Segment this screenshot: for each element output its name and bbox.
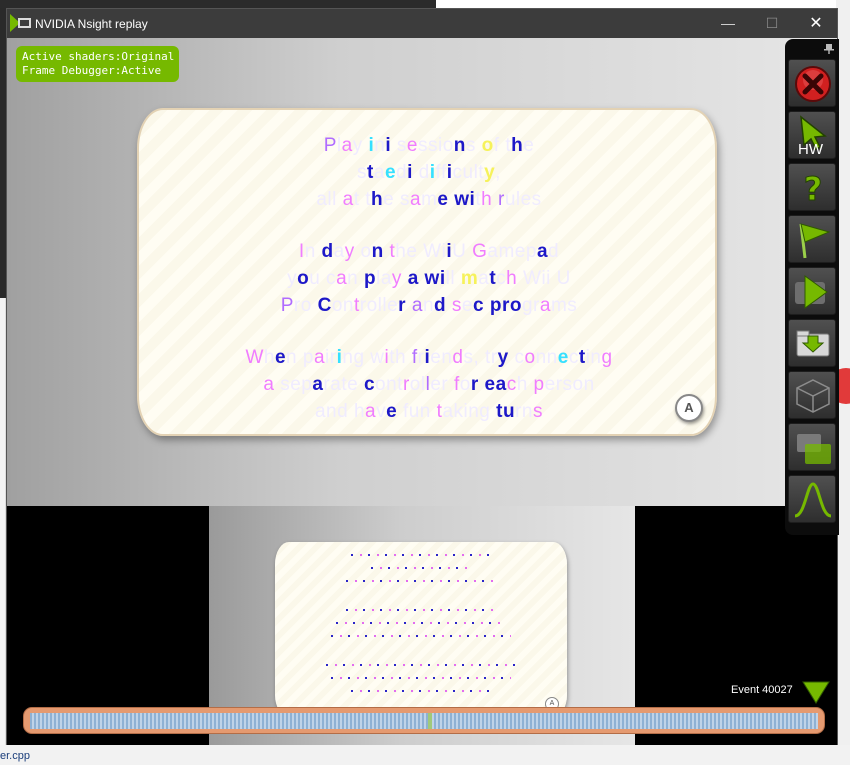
preview-dialog-card: A — [275, 542, 567, 717]
window-title: NVIDIA Nsight replay — [35, 17, 148, 31]
help-button[interactable]: ? — [788, 163, 836, 211]
game-dialog-card: Play ini sessions of the staedi difficul… — [137, 108, 717, 436]
question-icon: ? — [803, 170, 823, 209]
overlay-button[interactable] — [788, 423, 836, 471]
capture-button[interactable] — [788, 319, 836, 367]
red-x-icon — [795, 66, 831, 102]
pin-icon[interactable] — [823, 43, 835, 55]
curve-icon — [794, 482, 832, 518]
dialog-garbled-text: Play ini sessions of the staedi difficul… — [245, 135, 613, 422]
svg-text:?: ? — [804, 170, 823, 208]
preview-garbled-text — [315, 554, 527, 703]
nsight-toolbar: HW ? — [785, 39, 839, 535]
graph-button[interactable] — [788, 475, 836, 523]
status-badge: Active shaders:Original Frame Debugger:A… — [16, 46, 179, 82]
hw-cursor-button[interactable]: HW — [788, 111, 836, 159]
timeline-track[interactable] — [30, 713, 818, 729]
timeline-position-marker[interactable] — [428, 713, 432, 729]
event-timeline-scrubber[interactable] — [23, 707, 825, 734]
event-menu-arrow-icon[interactable] — [801, 679, 831, 705]
frame-debugger-status: Frame Debugger:Active — [22, 64, 162, 77]
cube-icon — [796, 379, 830, 413]
background-window-edge — [0, 0, 436, 8]
play-button[interactable] — [788, 267, 836, 315]
minimize-button[interactable]: — — [705, 9, 751, 38]
title-bar[interactable]: NVIDIA Nsight replay — ☐ ✕ — [7, 9, 837, 38]
active-shaders-status: Active shaders:Original — [22, 50, 175, 63]
hw-label: HW — [798, 141, 823, 158]
replay-frame-view[interactable]: Active shaders:Original Frame Debugger:A… — [7, 38, 837, 506]
background-bottom-strip — [0, 745, 850, 765]
flag-button[interactable] — [788, 215, 836, 263]
event-counter: Event 40027 — [731, 684, 793, 696]
play-icon — [795, 275, 828, 309]
green-flag-icon — [799, 223, 831, 259]
a-button-icon: A — [675, 394, 703, 422]
background-file-name: er.cpp — [0, 750, 30, 762]
close-button[interactable]: ✕ — [793, 9, 839, 38]
windows-icon — [797, 434, 831, 464]
download-folder-icon — [796, 330, 830, 357]
nvidia-logo-icon — [10, 14, 31, 32]
stop-button[interactable] — [788, 59, 836, 107]
maximize-button[interactable]: ☐ — [749, 9, 795, 38]
wireframe-button[interactable] — [788, 371, 836, 419]
nsight-replay-window: NVIDIA Nsight replay — ☐ ✕ Active shader… — [6, 8, 839, 745]
